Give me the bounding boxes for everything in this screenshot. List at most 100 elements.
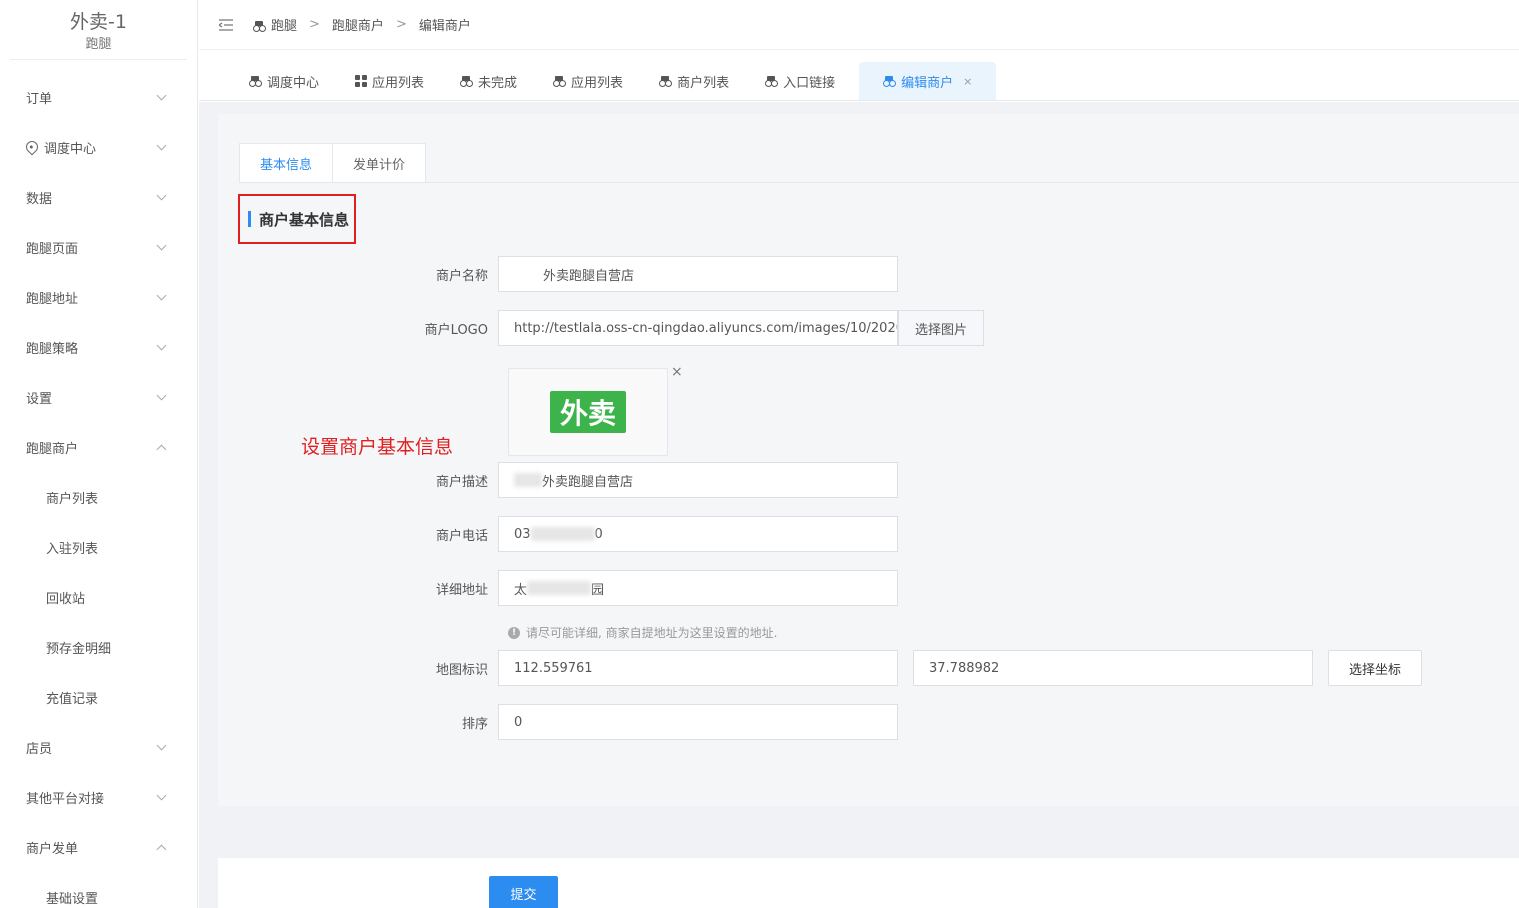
breadcrumb-home[interactable]: 跑腿 (253, 15, 297, 34)
sidebar-item[interactable]: 回收站 (0, 572, 197, 622)
input-value: 外卖跑腿自营店 (542, 474, 634, 490)
logo-url-input[interactable]: http://testlala.oss-cn-qingdao.aliyuncs.… (498, 310, 898, 346)
breadcrumb-item: 编辑商户 (418, 19, 471, 34)
field-label: 商户描述 (435, 474, 488, 490)
subtab-pricing[interactable]: 发单计价 (333, 143, 427, 183)
location-pin-icon (23, 138, 41, 156)
menu-fold-icon[interactable] (217, 18, 233, 31)
input-value: 0 (594, 526, 603, 542)
input-value: 外卖跑腿自营店 (543, 268, 635, 284)
sidebar-item-label: 跑腿策略 (26, 341, 79, 357)
sidebar-item-label: 入驻列表 (46, 541, 99, 557)
address-input[interactable]: 太园 (498, 570, 898, 606)
moped-icon (883, 75, 897, 87)
sidebar-item[interactable]: 商户列表 (0, 472, 197, 522)
sidebar-item[interactable]: 跑腿商户 (0, 422, 197, 472)
chevron-down-icon (156, 240, 167, 251)
input-value: 37.788982 (929, 660, 1000, 676)
sidebar-item-label: 基础设置 (46, 891, 99, 907)
input-value: http://testlala.oss-cn-qingdao.aliyuncs.… (514, 320, 898, 336)
sidebar-item[interactable]: 其他平台对接 (0, 772, 197, 822)
sidebar: 外卖-1 跑腿 订单 调度中心 数据跑腿页面跑腿地址跑腿策略设置跑腿商户商户列表入驻… (0, 0, 198, 908)
merchant-phone-input[interactable]: 03 0 (498, 516, 898, 552)
field-row-map: 地图标识 112.559761 37.788982 选择坐标 (413, 650, 1423, 686)
sidebar-item[interactable]: 设置 (0, 372, 197, 422)
breadcrumb-separator: > (309, 17, 320, 32)
annotation-text: 设置商户基本信息 (301, 436, 454, 458)
chevron-down-icon (156, 190, 167, 201)
brand: 外卖-1 跑腿 (10, 0, 187, 60)
input-value: 太 (514, 582, 528, 598)
field-label: 排序 (461, 716, 488, 732)
sidebar-item-label: 商户列表 (46, 491, 99, 507)
field-label: 商户名称 (435, 268, 488, 284)
sort-input[interactable]: 0 (498, 704, 898, 740)
select-coordinates-button[interactable]: 选择坐标 (1328, 650, 1423, 686)
sidebar-item-label: 店员 (26, 741, 53, 757)
sidebar-item-label: 其他平台对接 (26, 791, 105, 807)
moped-icon (460, 75, 474, 87)
longitude-input[interactable]: 112.559761 (498, 650, 898, 686)
remove-logo-icon[interactable]: × (671, 364, 683, 380)
blurred-text (514, 473, 542, 487)
main-content: 基本信息 发单计价 商户基本信息 设置商户基本信息 商户名称 外卖跑腿自营店 商… (199, 102, 1519, 908)
field-row-phone: 商户电话 03 0 (413, 516, 898, 552)
sidebar-item[interactable]: 订单 (0, 72, 197, 122)
select-image-button[interactable]: 选择图片 (898, 310, 985, 346)
sidebar-item[interactable]: 数据 (0, 172, 197, 222)
sidebar-item[interactable]: 跑腿策略 (0, 322, 197, 372)
moped-icon (553, 75, 567, 87)
chevron-down-icon (156, 340, 167, 351)
sidebar-item[interactable]: 跑腿页面 (0, 222, 197, 272)
breadcrumb-item[interactable]: 跑腿商户 (332, 15, 384, 34)
logo-preview: 外卖 (508, 368, 668, 456)
tab-label: 未完成 (478, 75, 518, 91)
brand-subtitle: 跑腿 (85, 37, 112, 52)
sidebar-item[interactable]: 店员 (0, 722, 197, 772)
breadcrumb-item: 跑腿 (271, 19, 298, 34)
sidebar-item[interactable]: 入驻列表 (0, 522, 197, 572)
sidebar-item[interactable]: 调度中心 (0, 122, 197, 172)
subtab-divider (239, 182, 1519, 183)
sidebar-item-label: 设置 (26, 391, 53, 407)
page-tab[interactable]: 调度中心 (237, 62, 331, 100)
merchant-desc-input[interactable]: 外卖跑腿自营店 (498, 462, 898, 498)
page-tab[interactable]: 入口链接 (753, 62, 847, 100)
latitude-input[interactable]: 37.788982 (913, 650, 1313, 686)
sidebar-item[interactable]: 预存金明细 (0, 622, 197, 672)
section-title-text: 商户基本信息 (259, 210, 350, 229)
sidebar-item-label: 跑腿地址 (26, 291, 79, 307)
logo-image: 外卖 (550, 391, 626, 433)
page-tab[interactable]: 未完成 (448, 62, 529, 100)
page-tab[interactable]: 应用列表 (343, 62, 436, 100)
moped-icon (659, 75, 673, 87)
input-value: 112.559761 (514, 660, 593, 676)
sidebar-menu: 订单 调度中心 数据跑腿页面跑腿地址跑腿策略设置跑腿商户商户列表入驻列表回收站预存金… (0, 60, 197, 908)
tab-label: 编辑商户 (901, 75, 954, 91)
page-tab[interactable]: 应用列表 (541, 62, 635, 100)
chevron-down-icon (156, 290, 167, 301)
subtab-basic-info[interactable]: 基本信息 (239, 143, 334, 183)
sidebar-item[interactable]: 基础设置 (0, 872, 197, 908)
info-icon: ! (508, 626, 520, 639)
field-row-desc: 商户描述 外卖跑腿自营店 (413, 462, 898, 498)
submit-button[interactable]: 提交 (489, 876, 558, 908)
section-title: 商户基本信息 (238, 194, 356, 244)
close-tab-icon[interactable]: × (963, 75, 972, 88)
sidebar-item[interactable]: 跑腿地址 (0, 272, 197, 322)
field-label: 商户LOGO (424, 322, 488, 338)
sidebar-item[interactable]: 充值记录 (0, 672, 197, 722)
input-value: 园 (591, 582, 605, 598)
page-tab[interactable]: 商户列表 (647, 62, 741, 100)
sidebar-item-label: 跑腿页面 (26, 241, 79, 257)
page-tab[interactable]: 编辑商户 × (859, 62, 997, 100)
sidebar-item-label: 回收站 (46, 591, 86, 607)
field-row-logo: 商户LOGO http://testlala.oss-cn-qingdao.al… (413, 310, 985, 346)
tab-label: 应用列表 (571, 75, 624, 91)
address-hint: ! 请尽可能详细, 商家自提地址为这里设置的地址. (508, 624, 777, 641)
top-header: 跑腿 > 跑腿商户 > 编辑商户 (199, 0, 1519, 50)
form-footer (218, 858, 1519, 908)
merchant-name-input[interactable]: 外卖跑腿自营店 (498, 256, 898, 292)
sidebar-item[interactable]: 商户发单 (0, 822, 197, 872)
blurred-text (527, 581, 592, 595)
